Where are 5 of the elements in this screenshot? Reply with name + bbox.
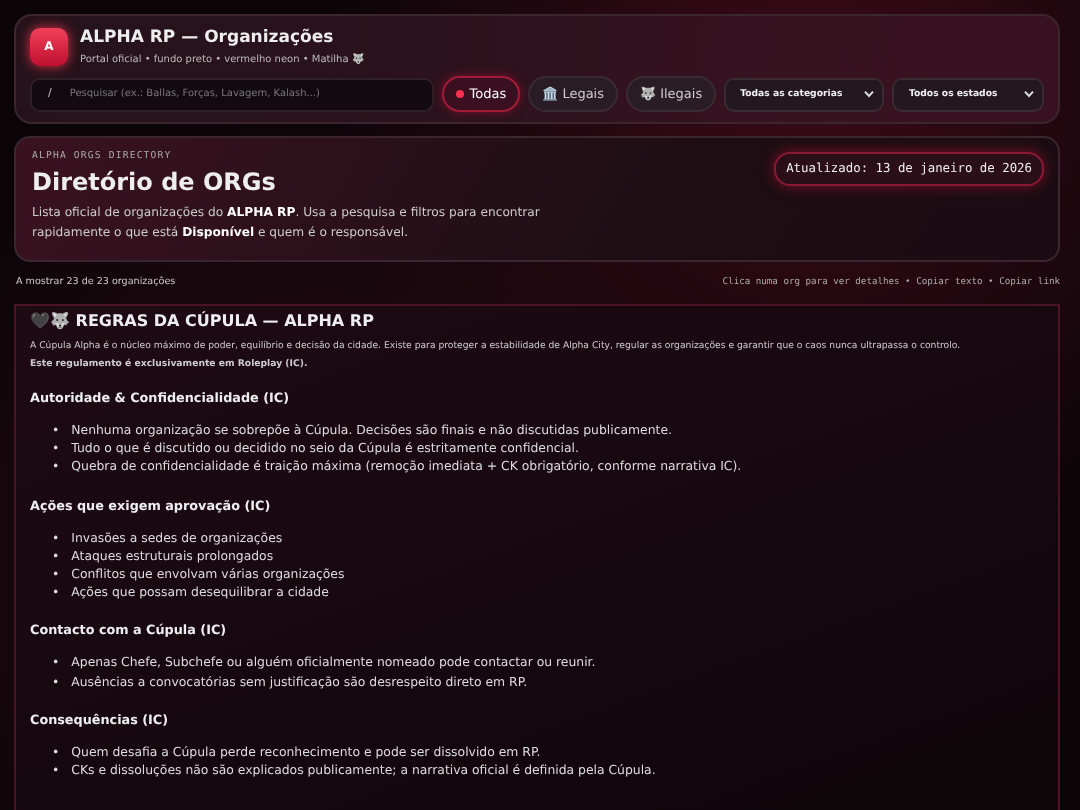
page-title: Diretório de ORGs xyxy=(32,168,276,196)
chevron-icon xyxy=(1024,90,1034,98)
chevron-icon xyxy=(864,90,875,98)
rules-title: 🖤🐺 REGRAS DA CÚPULA — ALPHA RP xyxy=(30,312,376,330)
site-title: ALPHA RP — Organizações xyxy=(80,28,336,48)
